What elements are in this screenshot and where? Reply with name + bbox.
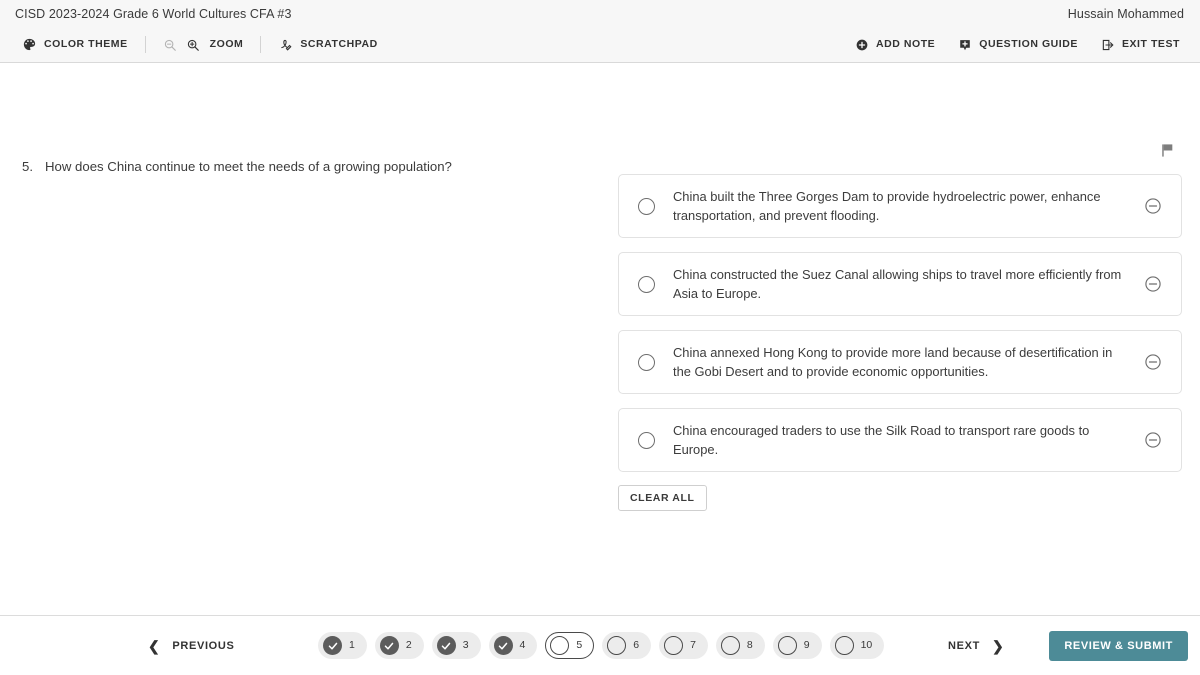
question-pill-5[interactable]: 5	[545, 632, 595, 659]
question-pill-6-number: 6	[633, 639, 640, 652]
navigation-bar: ❮ PREVIOUS 1 2 3 4 5 6 7 8 9 10 NEXT ❯ R…	[0, 615, 1200, 675]
question-guide-button[interactable]: QUESTION GUIDE	[952, 35, 1084, 55]
question-pill-7-number: 7	[690, 639, 696, 652]
question-number: 5.	[22, 159, 33, 174]
question-pill-8-number: 8	[746, 639, 753, 652]
zoom-control[interactable]: ZOOM	[157, 35, 250, 55]
minus-circle-icon	[1144, 432, 1161, 448]
answer-option-c[interactable]: China annexed Hong Kong to provide more …	[618, 330, 1182, 394]
test-title: CISD 2023-2024 Grade 6 World Cultures CF…	[15, 6, 292, 21]
chevron-right-icon: ❯	[991, 637, 1005, 654]
question-pill-8[interactable]: 8	[715, 632, 765, 659]
toolbar-left-group: COLOR THEME ZOOM SCRATCHPAD	[16, 34, 384, 55]
add-note-button[interactable]: ADD NOTE	[849, 35, 941, 55]
previous-label: PREVIOUS	[172, 639, 235, 652]
circle-icon	[550, 636, 570, 655]
exit-test-icon	[1101, 38, 1115, 52]
question-pill-3[interactable]: 3	[431, 632, 481, 659]
toolbar-divider-2	[260, 36, 262, 53]
toolbar-right-group: ADD NOTE QUESTION GUIDE EXIT TEST	[849, 35, 1186, 55]
question-pill-2[interactable]: 2	[374, 632, 424, 659]
scratchpad-label: SCRATCHPAD	[300, 38, 378, 51]
next-button[interactable]: NEXT ❯	[948, 639, 1004, 653]
exit-test-label: EXIT TEST	[1121, 38, 1180, 51]
question-pill-2-number: 2	[405, 639, 412, 652]
answer-option-d[interactable]: China encouraged traders to use the Silk…	[618, 408, 1182, 472]
minus-circle-icon	[1144, 354, 1161, 370]
scratchpad-icon	[278, 37, 293, 52]
minus-circle-icon	[1144, 198, 1161, 214]
radio-button-a[interactable]	[638, 197, 655, 215]
question-pill-4-number: 4	[519, 639, 526, 652]
question-pill-3-number: 3	[462, 639, 469, 652]
answer-option-a[interactable]: China built the Three Gorges Dam to prov…	[618, 174, 1182, 238]
check-icon	[436, 636, 456, 655]
previous-button[interactable]: ❮ PREVIOUS	[148, 639, 234, 653]
circle-icon	[834, 636, 854, 655]
question-pill-4[interactable]: 4	[488, 632, 538, 659]
flag-icon	[1159, 142, 1176, 159]
question-area: 5. How does China continue to meet the n…	[0, 63, 1200, 615]
zoom-out-icon[interactable]	[163, 38, 177, 52]
answer-option-c-text: China annexed Hong Kong to provide more …	[673, 344, 1113, 379]
answer-option-d-text: China encouraged traders to use the Silk…	[673, 422, 1090, 457]
zoom-in-icon[interactable]	[186, 38, 200, 52]
radio-button-b[interactable]	[638, 275, 655, 293]
question-pill-6[interactable]: 6	[602, 632, 652, 659]
test-player: CISD 2023-2024 Grade 6 World Cultures CF…	[0, 0, 1200, 675]
question-pill-5-number: 5	[576, 639, 583, 652]
check-icon	[323, 636, 342, 655]
question-text: How does China continue to meet the need…	[45, 159, 452, 174]
add-note-icon	[855, 38, 869, 52]
flag-question-button[interactable]	[1156, 139, 1178, 161]
circle-icon	[777, 636, 797, 655]
radio-button-c[interactable]	[638, 353, 655, 371]
chevron-left-icon: ❮	[148, 637, 161, 654]
radio-button-d[interactable]	[638, 431, 655, 449]
palette-icon	[22, 37, 37, 52]
zoom-buttons	[163, 38, 200, 52]
circle-icon	[720, 636, 740, 655]
next-label: NEXT	[948, 639, 980, 652]
user-name: Hussain Mohammed	[1067, 6, 1184, 21]
clear-all-button[interactable]: CLEAR ALL	[618, 485, 707, 511]
question-pill-1-number: 1	[349, 639, 355, 652]
exit-test-button[interactable]: EXIT TEST	[1095, 35, 1186, 55]
question-pill-10[interactable]: 10	[829, 632, 885, 659]
question-guide-label: QUESTION GUIDE	[979, 38, 1078, 51]
question-pill-7[interactable]: 7	[659, 632, 708, 659]
answer-option-b-text: China constructed the Suez Canal allowin…	[673, 266, 1122, 301]
color-theme-label: COLOR THEME	[44, 38, 128, 51]
minus-circle-icon	[1144, 276, 1161, 292]
question-pill-9-number: 9	[803, 639, 810, 652]
zoom-label: ZOOM	[209, 38, 244, 51]
circle-icon	[664, 636, 684, 655]
question-guide-icon	[958, 38, 972, 52]
question-pill-9[interactable]: 9	[772, 632, 822, 659]
eliminate-option-b-button[interactable]	[1142, 274, 1163, 295]
question-pill-1[interactable]: 1	[318, 632, 367, 659]
scratchpad-button[interactable]: SCRATCHPAD	[272, 34, 383, 55]
review-submit-button[interactable]: REVIEW & SUBMIT	[1049, 630, 1188, 661]
eliminate-option-a-button[interactable]	[1142, 196, 1163, 217]
title-bar: CISD 2023-2024 Grade 6 World Cultures CF…	[0, 0, 1200, 27]
check-icon	[493, 636, 513, 655]
eliminate-option-c-button[interactable]	[1142, 352, 1163, 373]
circle-icon	[607, 636, 627, 655]
question-pill-10-number: 10	[860, 639, 873, 652]
toolbar-divider-1	[144, 36, 146, 53]
toolbar: COLOR THEME ZOOM SCRATCHPAD ADD NOTE QUE…	[0, 27, 1200, 63]
answer-option-b[interactable]: China constructed the Suez Canal allowin…	[618, 252, 1182, 316]
add-note-label: ADD NOTE	[876, 38, 936, 51]
question-pill-list: 1 2 3 4 5 6 7 8 9 10	[318, 632, 885, 659]
answer-option-a-text: China built the Three Gorges Dam to prov…	[673, 188, 1101, 223]
check-icon	[379, 636, 399, 655]
question-stem: 5. How does China continue to meet the n…	[22, 157, 582, 176]
answer-options: China built the Three Gorges Dam to prov…	[618, 174, 1182, 486]
color-theme-button[interactable]: COLOR THEME	[16, 34, 134, 55]
eliminate-option-d-button[interactable]	[1142, 430, 1163, 451]
